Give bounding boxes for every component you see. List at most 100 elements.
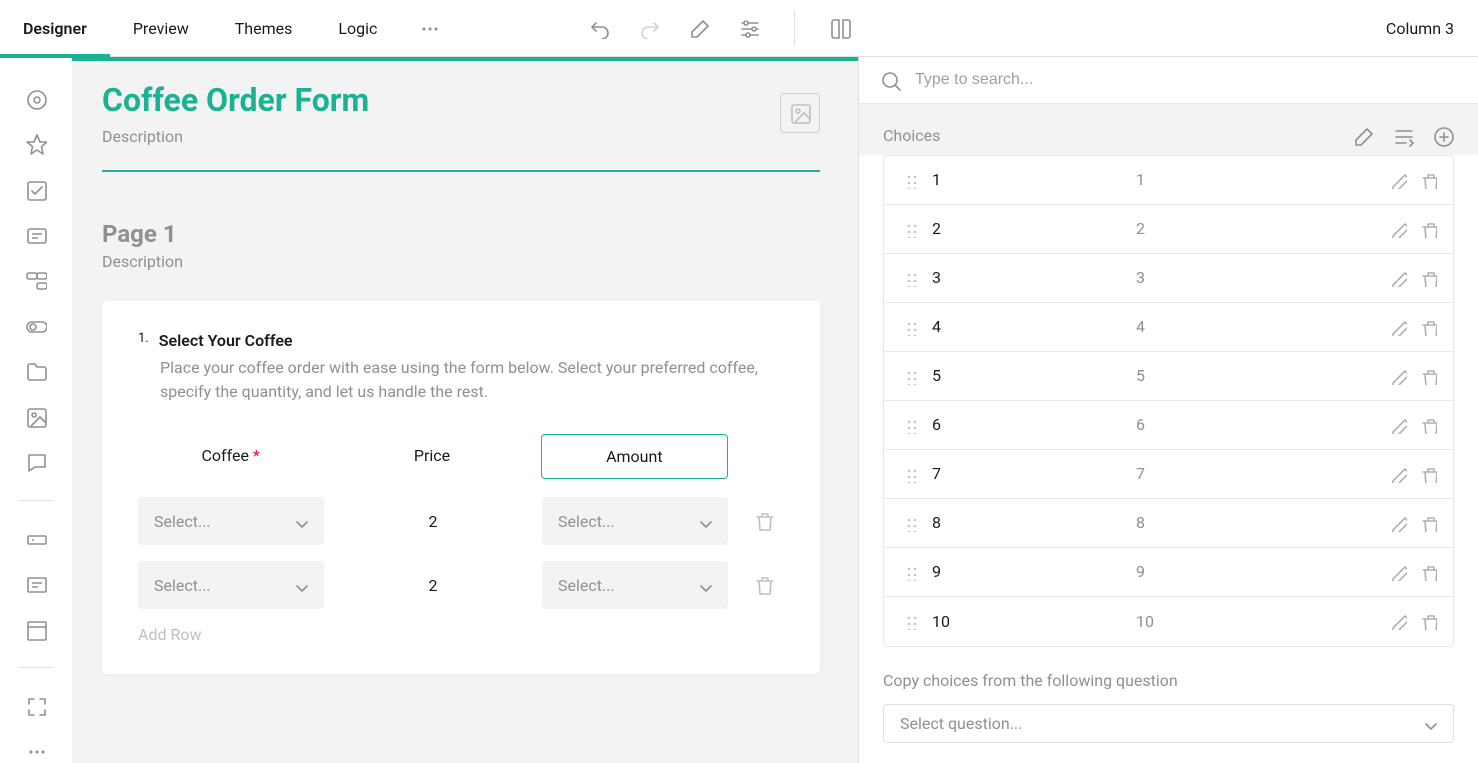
delete-choice-icon[interactable] — [1419, 563, 1437, 581]
question-title[interactable]: Select Your Coffee — [159, 331, 293, 350]
question-description[interactable]: Place your coffee order with ease using … — [160, 356, 784, 404]
drag-handle-icon[interactable] — [900, 514, 918, 532]
choice-row: 55 — [884, 352, 1453, 401]
drag-handle-icon[interactable] — [900, 220, 918, 238]
copy-choices-select[interactable]: Select question... — [883, 704, 1454, 743]
question-card[interactable]: 1. Select Your Coffee Place your coffee … — [102, 301, 820, 674]
survey-description[interactable]: Description — [102, 127, 820, 146]
radio-group-icon[interactable] — [24, 87, 48, 110]
delete-choice-icon[interactable] — [1419, 416, 1437, 434]
delete-choice-icon[interactable] — [1419, 220, 1437, 238]
choice-text[interactable]: 10 — [1136, 612, 1375, 631]
more-tabs-button[interactable] — [400, 0, 458, 57]
edit-choice-icon[interactable] — [1389, 563, 1407, 581]
fast-entry-icon[interactable] — [1392, 125, 1414, 147]
delete-choice-icon[interactable] — [1419, 171, 1437, 189]
page-title[interactable]: Page 1 — [102, 220, 820, 248]
delete-choice-icon[interactable] — [1419, 318, 1437, 336]
settings-icon[interactable] — [738, 17, 760, 39]
choice-value[interactable]: 2 — [932, 219, 1122, 238]
choice-value[interactable]: 10 — [932, 612, 1122, 631]
choice-text[interactable]: 5 — [1136, 366, 1375, 385]
edit-choice-icon[interactable] — [1389, 465, 1407, 483]
single-input-icon[interactable] — [24, 527, 48, 550]
delete-row-icon[interactable] — [744, 510, 784, 532]
delete-choice-icon[interactable] — [1419, 367, 1437, 385]
coffee-select[interactable]: Select... — [138, 561, 324, 609]
choice-text[interactable]: 7 — [1136, 464, 1375, 483]
add-row-button[interactable]: Add Row — [138, 625, 784, 644]
choice-text[interactable]: 8 — [1136, 513, 1375, 532]
drag-handle-icon[interactable] — [900, 465, 918, 483]
choice-value[interactable]: 9 — [932, 562, 1122, 581]
drag-handle-icon[interactable] — [900, 416, 918, 434]
undo-icon[interactable] — [588, 17, 610, 39]
search-input[interactable] — [915, 71, 1458, 89]
choice-text[interactable]: 4 — [1136, 317, 1375, 336]
page-description[interactable]: Description — [102, 252, 820, 271]
dropdown-icon[interactable] — [24, 223, 48, 246]
survey-title[interactable]: Coffee Order Form — [102, 81, 820, 119]
multi-text-icon[interactable] — [24, 572, 48, 595]
column-header-amount[interactable]: Amount — [541, 434, 728, 479]
clear-choices-icon[interactable] — [1352, 125, 1374, 147]
more-icon[interactable] — [24, 740, 48, 763]
drag-handle-icon[interactable] — [900, 563, 918, 581]
image-icon[interactable] — [24, 405, 48, 428]
logo-placeholder[interactable] — [780, 93, 820, 133]
delete-choice-icon[interactable] — [1419, 514, 1437, 532]
coffee-select[interactable]: Select... — [138, 497, 324, 545]
edit-choice-icon[interactable] — [1389, 416, 1407, 434]
choice-text[interactable]: 6 — [1136, 415, 1375, 434]
edit-choice-icon[interactable] — [1389, 514, 1407, 532]
boolean-icon[interactable] — [24, 314, 48, 337]
tab-logic[interactable]: Logic — [315, 0, 400, 57]
tagbox-icon[interactable] — [24, 269, 48, 292]
add-choice-icon[interactable] — [1432, 125, 1454, 147]
choice-value[interactable]: 6 — [932, 415, 1122, 434]
choice-text[interactable]: 2 — [1136, 219, 1375, 238]
choice-text[interactable]: 1 — [1136, 170, 1375, 189]
file-icon[interactable] — [24, 360, 48, 383]
choice-value[interactable]: 3 — [932, 268, 1122, 287]
edit-choice-icon[interactable] — [1389, 171, 1407, 189]
redo-icon[interactable] — [638, 17, 660, 39]
edit-choice-icon[interactable] — [1389, 612, 1407, 630]
tab-themes[interactable]: Themes — [212, 0, 316, 57]
delete-choice-icon[interactable] — [1419, 269, 1437, 287]
delete-row-icon[interactable] — [744, 574, 784, 596]
drag-handle-icon[interactable] — [900, 612, 918, 630]
delete-choice-icon[interactable] — [1419, 465, 1437, 483]
edit-choice-icon[interactable] — [1389, 269, 1407, 287]
choice-value[interactable]: 8 — [932, 513, 1122, 532]
expand-icon[interactable] — [24, 694, 48, 717]
amount-select[interactable]: Select... — [542, 497, 728, 545]
choice-text[interactable]: 3 — [1136, 268, 1375, 287]
drag-handle-icon[interactable] — [900, 171, 918, 189]
panel-icon[interactable] — [24, 618, 48, 641]
translations-icon[interactable] — [829, 17, 851, 39]
survey-header[interactable]: Coffee Order Form Description — [102, 81, 820, 172]
edit-choice-icon[interactable] — [1389, 367, 1407, 385]
amount-select[interactable]: Select... — [542, 561, 728, 609]
edit-choice-icon[interactable] — [1389, 220, 1407, 238]
drag-handle-icon[interactable] — [900, 318, 918, 336]
drag-handle-icon[interactable] — [900, 269, 918, 287]
edit-choice-icon[interactable] — [1389, 318, 1407, 336]
drag-handle-icon[interactable] — [900, 367, 918, 385]
clear-icon[interactable] — [688, 17, 710, 39]
checkbox-icon[interactable] — [24, 178, 48, 201]
choice-value[interactable]: 5 — [932, 366, 1122, 385]
choice-text[interactable]: 9 — [1136, 562, 1375, 581]
choice-value[interactable]: 7 — [932, 464, 1122, 483]
column-header-coffee[interactable]: Coffee — [138, 434, 323, 479]
tab-preview[interactable]: Preview — [110, 0, 212, 57]
delete-choice-icon[interactable] — [1419, 612, 1437, 630]
tab-designer[interactable]: Designer — [0, 0, 110, 57]
comment-icon[interactable] — [24, 451, 48, 474]
price-cell: 2 — [340, 576, 526, 595]
choice-value[interactable]: 4 — [932, 317, 1122, 336]
column-header-price[interactable]: Price — [339, 434, 524, 479]
choice-value[interactable]: 1 — [932, 170, 1122, 189]
rating-icon[interactable] — [24, 132, 48, 155]
